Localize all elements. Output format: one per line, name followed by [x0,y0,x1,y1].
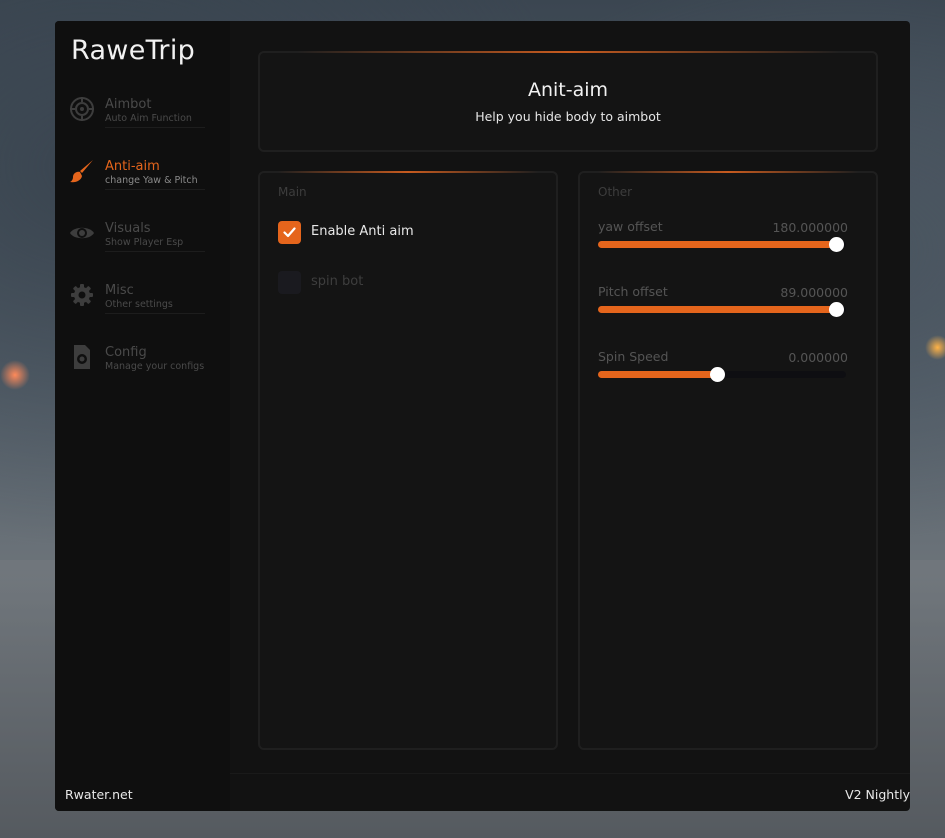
eye-icon [69,220,95,246]
slider-fill [598,241,837,248]
checkbox-label: spin bot [311,274,364,289]
sidebar-item-subtitle: Show Player Esp [105,237,184,248]
divider [105,313,205,314]
sidebar-item-visuals[interactable]: Visuals Show Player Esp [69,218,209,254]
sidebar-item-config[interactable]: Config Manage your configs [69,342,209,378]
slider-thumb[interactable] [710,367,726,382]
slider-thumb[interactable] [829,302,845,317]
section-label: Other [598,185,633,199]
sidebar-item-title: Misc [105,283,134,298]
slider-fill [598,371,718,378]
slider-label: yaw offset [598,219,663,234]
slider-value: 89.000000 [780,285,848,300]
sidebar-item-title: Config [105,345,147,360]
sidebar-item-title: Aimbot [105,97,152,112]
slider-track[interactable] [598,237,846,252]
sidebar-item-subtitle: Manage your configs [105,361,205,372]
divider [105,251,205,252]
accent-glow [296,51,840,53]
slider-label: Spin Speed [598,349,669,364]
accent-glow [597,171,859,173]
sidebar-item-aimbot[interactable]: Aimbot Auto Aim Function [69,94,209,130]
config-file-icon [69,344,95,370]
pitch-offset-slider[interactable]: Pitch offset 89.000000 [598,284,848,324]
sidebar-item-subtitle: change Yaw & Pitch [105,175,198,186]
main-panel: Main Enable Anti aim spin bot [258,171,558,750]
slider-label: Pitch offset [598,284,668,299]
divider [105,127,205,128]
other-panel: Other yaw offset 180.000000 Pitch offset… [578,171,878,750]
slider-track[interactable] [598,302,846,317]
sidebar-item-title: Visuals [105,221,151,236]
brush-icon [69,158,95,184]
yaw-offset-slider[interactable]: yaw offset 180.000000 [598,219,848,259]
divider [230,773,910,774]
app-window: RaweTrip Aimbot Auto Aim Function Anti-a… [55,21,910,811]
sidebar-item-anti-aim[interactable]: Anti-aim change Yaw & Pitch [69,156,209,192]
sidebar-item-title: Anti-aim [105,159,160,174]
crosshair-icon [69,96,95,122]
sidebar-item-misc[interactable]: Misc Other settings [69,280,209,316]
checkbox-box[interactable] [278,221,301,244]
slider-fill [598,306,837,313]
divider [105,189,205,190]
background-light [925,335,945,360]
slider-value: 180.000000 [772,220,848,235]
brand-logo: RaweTrip [71,35,196,66]
page-subtitle: Help you hide body to aimbot [475,109,661,124]
slider-value: 0.000000 [788,350,848,365]
checkbox-box[interactable] [278,271,301,294]
sidebar-item-subtitle: Auto Aim Function [105,113,192,124]
header-panel: Anit-aim Help you hide body to aimbot [258,51,878,152]
slider-thumb[interactable] [829,237,845,252]
page-title: Anit-aim [527,79,609,101]
spin-speed-slider[interactable]: Spin Speed 0.000000 [598,349,848,389]
sidebar: RaweTrip Aimbot Auto Aim Function Anti-a… [55,21,230,811]
website-label: Rwater.net [65,787,133,802]
section-label: Main [278,185,307,199]
accent-glow [277,171,539,173]
version-label: V2 Nightly [845,787,910,802]
gear-icon [69,282,95,308]
sidebar-item-subtitle: Other settings [105,299,173,310]
checkbox-label: Enable Anti aim [311,224,414,239]
background-light [0,360,30,390]
slider-track[interactable] [598,367,846,382]
checkmark-icon [283,227,296,238]
